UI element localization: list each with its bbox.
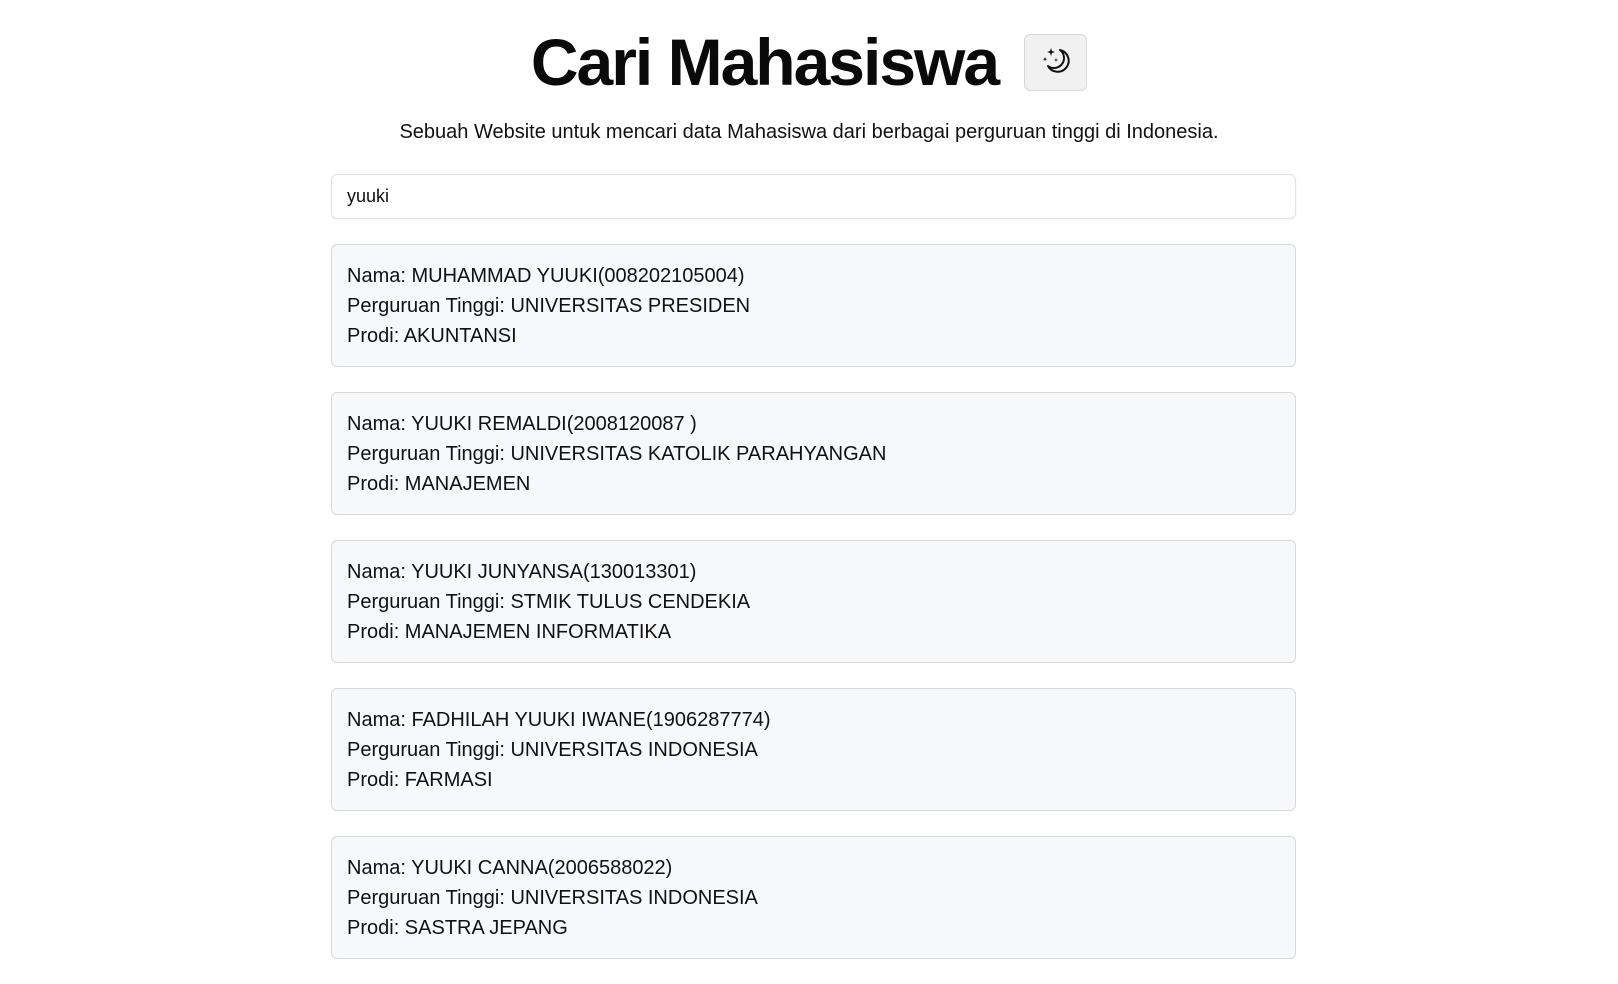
student-name: Nama: YUUKI REMALDI(2008120087 ) — [347, 413, 697, 435]
student-university: Perguruan Tinggi: UNIVERSITAS INDONESIA — [347, 739, 758, 761]
moon-stars-icon — [1040, 44, 1072, 81]
student-name: Nama: MUHAMMAD YUUKI(008202105004) — [347, 265, 745, 287]
result-card: Nama: YUUKI CANNA(2006588022) Perguruan … — [331, 836, 1296, 959]
page: Cari Mahasiswa Sebuah Website untuk menc… — [0, 0, 1618, 974]
page-title: Cari Mahasiswa — [530, 25, 1000, 99]
page-subtitle: Sebuah Website untuk mencari data Mahasi… — [399, 121, 1219, 143]
student-university: Perguruan Tinggi: UNIVERSITAS PRESIDEN — [347, 295, 751, 317]
theme-toggle-button[interactable] — [1024, 33, 1088, 91]
student-program: Prodi: FARMASI — [347, 769, 493, 791]
student-program: Prodi: SASTRA JEPANG — [347, 917, 568, 939]
student-university: Perguruan Tinggi: UNIVERSITAS INDONESIA — [347, 887, 758, 909]
student-university: Perguruan Tinggi: STMIK TULUS CENDEKIA — [347, 591, 751, 613]
student-program: Prodi: MANAJEMEN — [347, 473, 531, 495]
student-university: Perguruan Tinggi: UNIVERSITAS KATOLIK PA… — [347, 443, 887, 465]
result-card: Nama: FADHILAH YUUKI IWANE(1906287774) P… — [331, 688, 1296, 811]
search-input[interactable] — [331, 174, 1296, 219]
result-card: Nama: MUHAMMAD YUUKI(008202105004) Pergu… — [331, 244, 1296, 367]
result-card: Nama: YUUKI REMALDI(2008120087 ) Perguru… — [331, 392, 1296, 515]
header: Cari Mahasiswa — [0, 22, 1618, 102]
result-card: Nama: YUUKI JUNYANSA(130013301) Pergurua… — [331, 540, 1296, 663]
student-program: Prodi: AKUNTANSI — [347, 325, 517, 347]
student-program: Prodi: MANAJEMEN INFORMATIKA — [347, 621, 672, 643]
student-name: Nama: YUUKI CANNA(2006588022) — [347, 857, 673, 879]
results-list: Nama: MUHAMMAD YUUKI(008202105004) Pergu… — [331, 244, 1296, 984]
student-name: Nama: FADHILAH YUUKI IWANE(1906287774) — [347, 709, 771, 731]
student-name: Nama: YUUKI JUNYANSA(130013301) — [347, 561, 697, 583]
